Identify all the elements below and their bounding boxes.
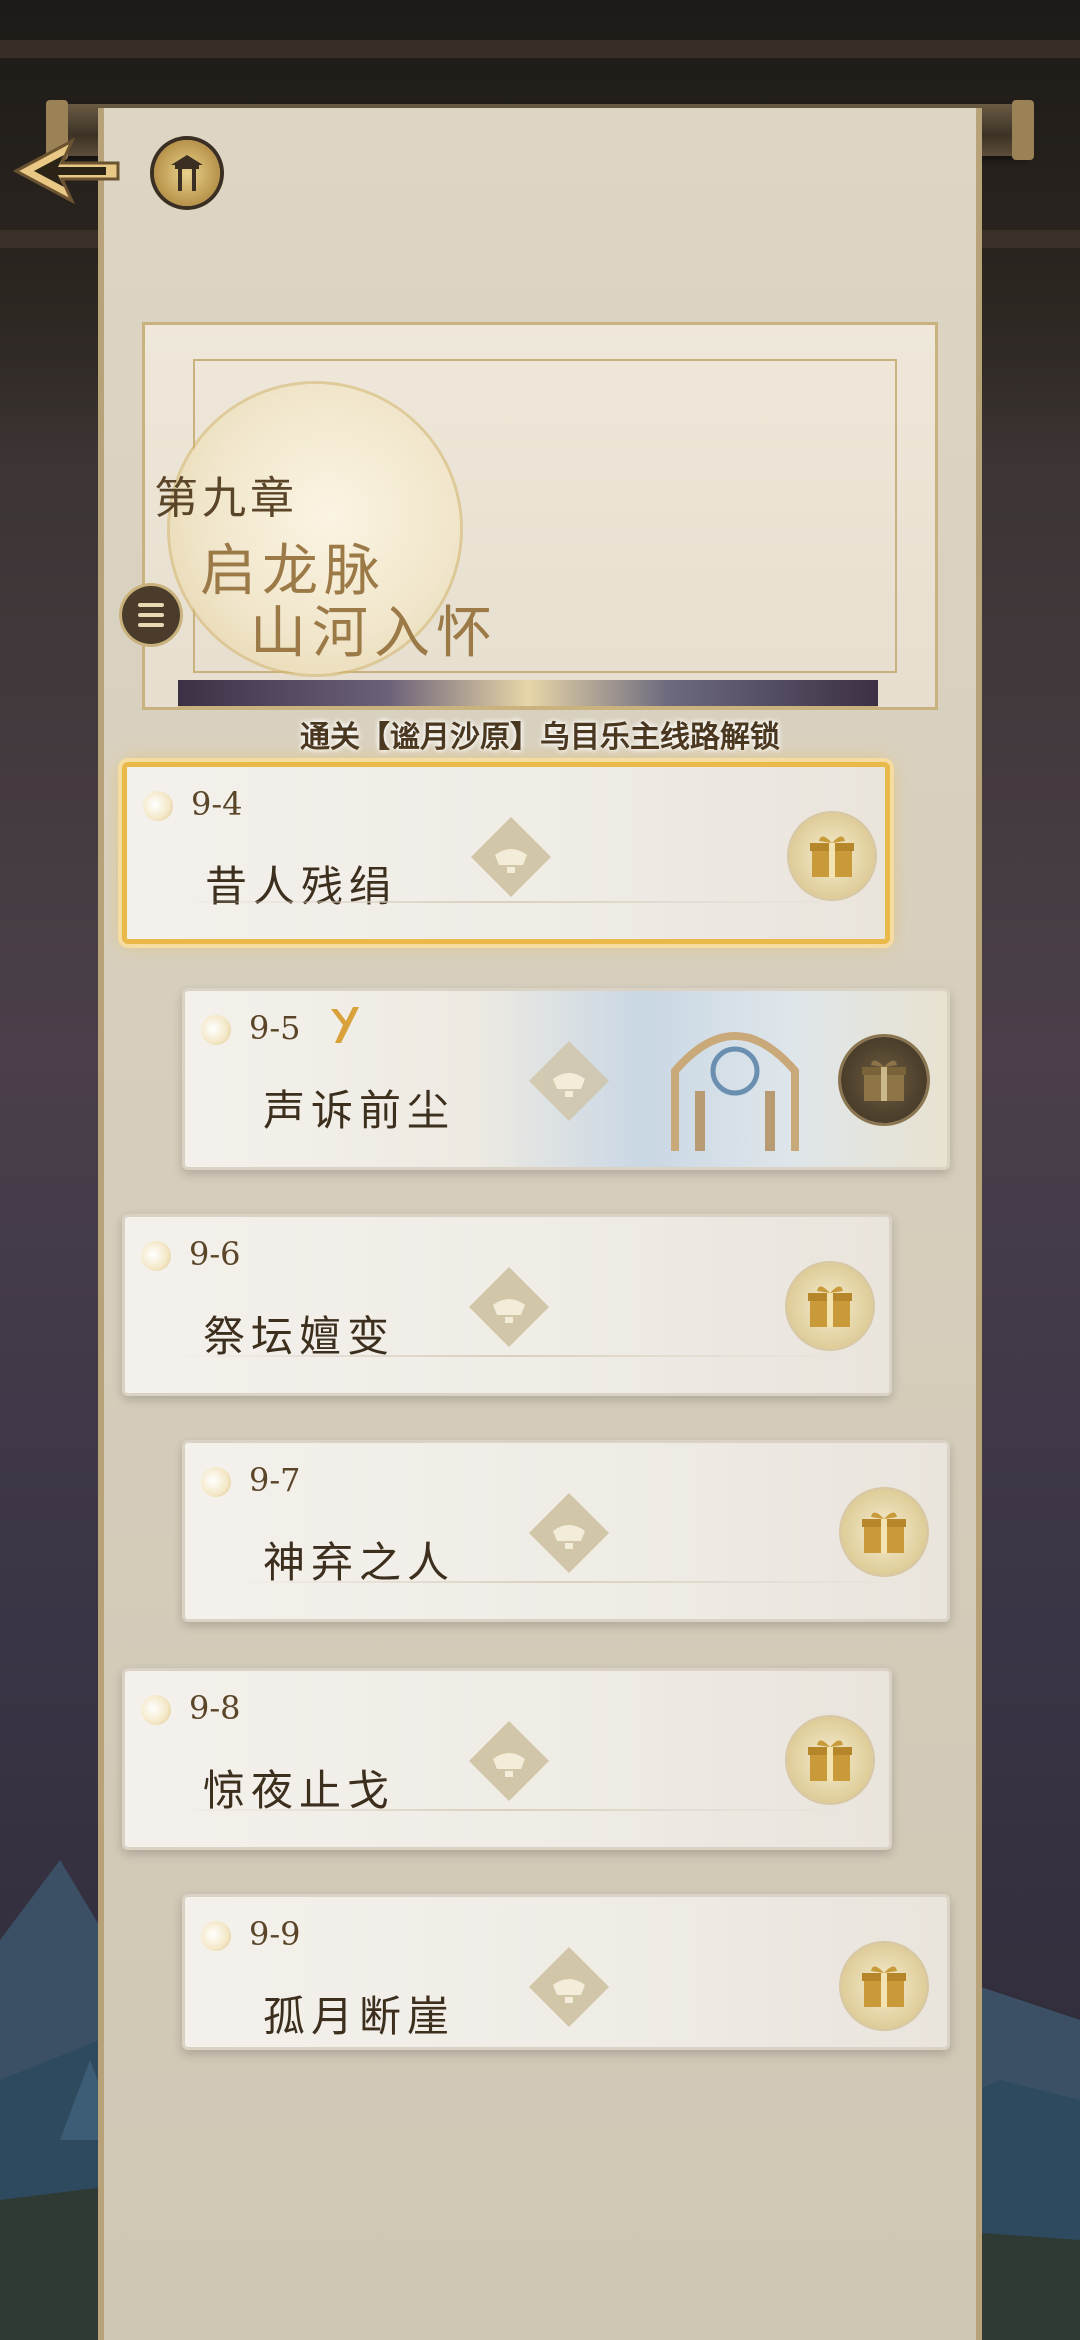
bonus-badge-icon bbox=[331, 1007, 359, 1043]
level-card[interactable]: 9-5 声诉前尘 bbox=[182, 988, 950, 1170]
level-card[interactable]: 9-4 昔人残绢 bbox=[122, 762, 890, 944]
reward-gift[interactable] bbox=[789, 813, 875, 899]
menu-icon-line bbox=[138, 623, 164, 627]
level-name: 昔人残绢 bbox=[205, 862, 398, 911]
chapter-title-line2: 山河入怀 bbox=[250, 601, 498, 666]
gift-box-icon bbox=[862, 1060, 906, 1101]
level-code: 9-5 bbox=[249, 1009, 301, 1047]
gift-box-icon bbox=[808, 1286, 852, 1327]
reward-gift[interactable] bbox=[841, 1037, 927, 1123]
menu-button[interactable] bbox=[122, 586, 180, 644]
background-beam bbox=[0, 40, 1080, 58]
level-code: 9-4 bbox=[191, 785, 243, 823]
back-button[interactable] bbox=[12, 135, 122, 205]
gift-box-icon bbox=[862, 1966, 906, 2007]
menu-icon bbox=[138, 603, 164, 607]
level-code: 9-7 bbox=[249, 1461, 301, 1499]
level-code: 9-8 bbox=[189, 1689, 241, 1727]
gift-box-icon bbox=[808, 1740, 852, 1781]
reward-gift[interactable] bbox=[841, 1489, 927, 1575]
gift-box-icon bbox=[810, 836, 854, 877]
card-decoration bbox=[165, 1809, 849, 1811]
moon-icon bbox=[201, 1921, 231, 1951]
reward-gift[interactable] bbox=[841, 1943, 927, 2029]
unlock-condition-text: 通关【谧月沙原】乌目乐主线路解锁 bbox=[300, 720, 780, 755]
level-card[interactable]: 9-8 惊夜止戈 bbox=[122, 1668, 892, 1850]
lotus-node-icon bbox=[471, 817, 551, 897]
lotus-node-icon bbox=[469, 1721, 549, 1801]
lotus-node-icon bbox=[529, 1947, 609, 2027]
level-card[interactable]: 9-7 神弃之人 bbox=[182, 1440, 950, 1622]
moon-icon bbox=[143, 791, 173, 821]
level-name: 声诉前尘 bbox=[263, 1086, 456, 1135]
menu-icon-line bbox=[138, 613, 164, 617]
lotus-node-icon bbox=[529, 1493, 609, 1573]
level-card[interactable]: 9-6 祭坛嬗变 bbox=[122, 1214, 892, 1396]
card-decoration bbox=[167, 901, 845, 903]
scroll-rod-cap bbox=[1012, 100, 1034, 160]
pavilion-icon bbox=[171, 155, 203, 191]
gift-box-icon bbox=[862, 1512, 906, 1553]
lotus-node-icon bbox=[469, 1267, 549, 1347]
scene-pavilion-illustration bbox=[671, 1032, 799, 1151]
level-code: 9-6 bbox=[189, 1235, 241, 1273]
home-button[interactable] bbox=[154, 140, 220, 206]
chapter-banner-strip bbox=[178, 680, 878, 708]
moon-icon bbox=[201, 1015, 231, 1045]
level-card[interactable]: 9-9 孤月断崖 bbox=[182, 1894, 950, 2050]
level-name: 孤月断崖 bbox=[263, 1992, 456, 2041]
moon-icon bbox=[141, 1241, 171, 1271]
moon-icon bbox=[201, 1467, 231, 1497]
reward-gift[interactable] bbox=[787, 1263, 873, 1349]
chapter-label: 第九章 bbox=[154, 473, 298, 524]
lotus-node-icon bbox=[529, 1041, 609, 1121]
card-decoration bbox=[165, 1355, 849, 1357]
back-arrow-icon bbox=[12, 137, 120, 205]
level-code: 9-9 bbox=[249, 1915, 301, 1953]
reward-gift[interactable] bbox=[787, 1717, 873, 1803]
card-decoration bbox=[225, 1581, 907, 1583]
moon-icon bbox=[141, 1695, 171, 1725]
